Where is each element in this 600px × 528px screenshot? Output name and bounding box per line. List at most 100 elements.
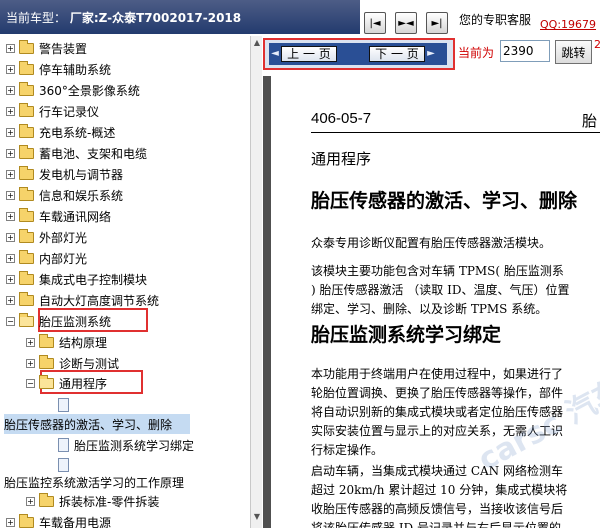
folder-icon xyxy=(19,207,34,222)
open-folder-icon xyxy=(39,374,54,389)
document-section: 通用程序 xyxy=(311,150,372,168)
tree-item-label: 诊断与测试 xyxy=(59,356,120,371)
first-page-button[interactable]: |◄ xyxy=(364,12,386,34)
document-line: 本功能用于终端用户在使用过程中，如果进行了 xyxy=(311,367,564,381)
collapse-icon[interactable]: − xyxy=(26,378,35,388)
expand-icon[interactable]: + xyxy=(6,127,15,137)
tree-item-expanded[interactable]: − 通用程序 xyxy=(26,373,107,393)
expand-icon[interactable]: + xyxy=(6,253,15,263)
document-icon xyxy=(58,398,69,412)
tree-item[interactable]: + 行车记录仪 xyxy=(6,101,99,121)
tree-item[interactable]: + 车载通讯网络 xyxy=(6,206,111,226)
jump-button[interactable]: 跳转 xyxy=(555,40,592,64)
tree-item-label: 充电系统-概述 xyxy=(39,125,116,140)
tree-item[interactable]: + 发电机与调节器 xyxy=(6,164,123,184)
page-number-input[interactable] xyxy=(500,40,550,62)
tree-item[interactable]: + 拆装标准-零件拆装 xyxy=(26,491,159,511)
tree-item-label: 胎压监测系统学习绑定 xyxy=(74,438,195,453)
tree-item[interactable]: + 警告装置 xyxy=(6,38,87,58)
document-header-right: 胎 xyxy=(582,112,598,130)
folder-icon xyxy=(19,291,34,306)
tree-item[interactable]: + 外部灯光 xyxy=(6,227,87,247)
first-page-icon: |◄ xyxy=(369,17,381,29)
scroll-down-icon[interactable]: ▼ xyxy=(252,512,262,524)
document-line: 行标定操作。 xyxy=(311,443,384,457)
document-code: 406-05-7 xyxy=(311,110,372,127)
tree-scrollbar[interactable]: ▲ ▼ xyxy=(250,36,262,528)
tree-item-selected[interactable]: 胎压传感器的激活、学习、删除 xyxy=(4,414,190,434)
tree-item-label: 胎压监控系统激活学习的工作原理 xyxy=(4,475,185,490)
expand-icon[interactable]: + xyxy=(6,295,15,305)
folder-icon xyxy=(19,513,34,528)
expand-icon[interactable]: + xyxy=(6,148,15,158)
scroll-up-icon[interactable]: ▲ xyxy=(252,38,262,50)
header-rule xyxy=(311,132,600,133)
folder-icon xyxy=(19,228,34,243)
tree-item-label: 蓄电池、支架和电缆 xyxy=(39,146,148,161)
tree-doc-item[interactable] xyxy=(58,395,74,415)
tree-doc-item[interactable]: 胎压监测系统学习绑定 xyxy=(58,435,194,455)
tree-item-label: 车载通讯网络 xyxy=(39,209,112,224)
expand-icon[interactable]: + xyxy=(6,517,15,527)
expand-icon[interactable]: + xyxy=(26,358,35,368)
tree-item-label: 停车辅助系统 xyxy=(39,62,112,77)
prev-page-button[interactable]: 上 一 页 xyxy=(281,46,337,62)
tree-item[interactable]: + 信息和娱乐系统 xyxy=(6,185,123,205)
expand-icon[interactable]: + xyxy=(6,43,15,53)
folder-icon xyxy=(19,39,34,54)
tree-item[interactable]: + 充电系统-概述 xyxy=(6,122,115,142)
document-paragraph: 众泰专用诊断仪配置有胎压传感器激活模块。 xyxy=(311,236,552,250)
tree-item[interactable]: +360°全景影像系统 xyxy=(6,80,140,100)
edge-indicator: 2 xyxy=(594,38,600,51)
vehicle-model-value: 厂家:Z-众泰T7002017-2018 xyxy=(69,11,242,25)
tree-item[interactable]: + 自动大灯高度调节系统 xyxy=(6,290,159,310)
top-bar: 当前车型： 厂家:Z-众泰T7002017-2018 |◄ ►◄ ►| 您的专职… xyxy=(0,0,600,36)
tree-item[interactable]: + 停车辅助系统 xyxy=(6,59,111,79)
document-line: 绑定、学习、删除、以及诊断 TPMS 系统。 xyxy=(311,302,548,316)
tree-item[interactable]: + 蓄电池、支架和电缆 xyxy=(6,143,147,163)
vehicle-model-strip: 当前车型： 厂家:Z-众泰T7002017-2018 xyxy=(0,0,360,34)
expand-icon[interactable]: + xyxy=(6,274,15,284)
document-viewer[interactable]: 406-05-7 胎 通用程序 胎压传感器的激活、学习、删除 众泰专用诊断仪配置… xyxy=(263,76,600,528)
tree-item-label: 胎压监测系统 xyxy=(39,314,112,329)
split-view-button[interactable]: ►◄ xyxy=(395,12,417,34)
expand-icon[interactable]: + xyxy=(6,169,15,179)
tree-item-expanded[interactable]: − 胎压监测系统 xyxy=(6,311,111,331)
prev-arrow-icon: ◄ xyxy=(271,48,279,59)
tree-item-label: 通用程序 xyxy=(59,376,108,391)
current-page-label: 当前为 xyxy=(458,46,495,60)
document-line: 收胎压传感器的高频反馈信号，当接收该信号后 xyxy=(311,502,564,516)
last-page-button[interactable]: ►| xyxy=(426,12,448,34)
expand-icon[interactable]: + xyxy=(6,85,15,95)
qq-link[interactable]: QQ:19679 xyxy=(540,18,596,31)
tree-item-label: 警告装置 xyxy=(39,41,88,56)
expand-icon[interactable]: + xyxy=(26,337,35,347)
expand-icon[interactable]: + xyxy=(6,64,15,74)
tree-item-label: 行车记录仪 xyxy=(39,104,100,119)
folder-icon xyxy=(19,186,34,201)
next-page-button[interactable]: 下 一 页 xyxy=(369,46,425,62)
collapse-icon[interactable]: − xyxy=(6,316,15,326)
expand-icon[interactable]: + xyxy=(26,496,35,506)
expand-icon[interactable]: + xyxy=(6,211,15,221)
folder-icon xyxy=(39,333,54,348)
folder-icon xyxy=(19,144,34,159)
navigation-tree: + 警告装置 + 停车辅助系统 +360°全景影像系统 + 行车记录仪 + 充电系统-概… xyxy=(0,36,250,528)
document-line: 轮胎位置调换、更换了胎压传感器等操作，部件 xyxy=(311,386,564,400)
pager-bar: ◄ 上 一 页 下 一 页 ► xyxy=(269,43,447,65)
expand-icon[interactable]: + xyxy=(6,232,15,242)
tree-item-label: 拆装标准-零件拆装 xyxy=(59,494,160,509)
expand-icon[interactable]: + xyxy=(6,106,15,116)
tree-item[interactable]: + 集成式电子控制模块 xyxy=(6,269,147,289)
tree-item[interactable]: 胎压监控系统激活学习的工作原理 xyxy=(4,472,184,492)
tree-item[interactable]: + 车载备用电源 xyxy=(6,512,111,528)
document-icon xyxy=(58,438,69,452)
document-icon xyxy=(58,458,69,472)
tree-item-label: 结构原理 xyxy=(59,335,108,350)
tree-item-label: 360°全景影像系统 xyxy=(39,83,140,98)
folder-icon xyxy=(19,249,34,264)
vehicle-model-label: 当前车型： 厂家:Z-众泰T7002017-2018 xyxy=(6,9,241,26)
expand-icon[interactable]: + xyxy=(6,190,15,200)
tree-item[interactable]: + 内部灯光 xyxy=(6,248,87,268)
tree-item[interactable]: + 结构原理 xyxy=(26,332,107,352)
